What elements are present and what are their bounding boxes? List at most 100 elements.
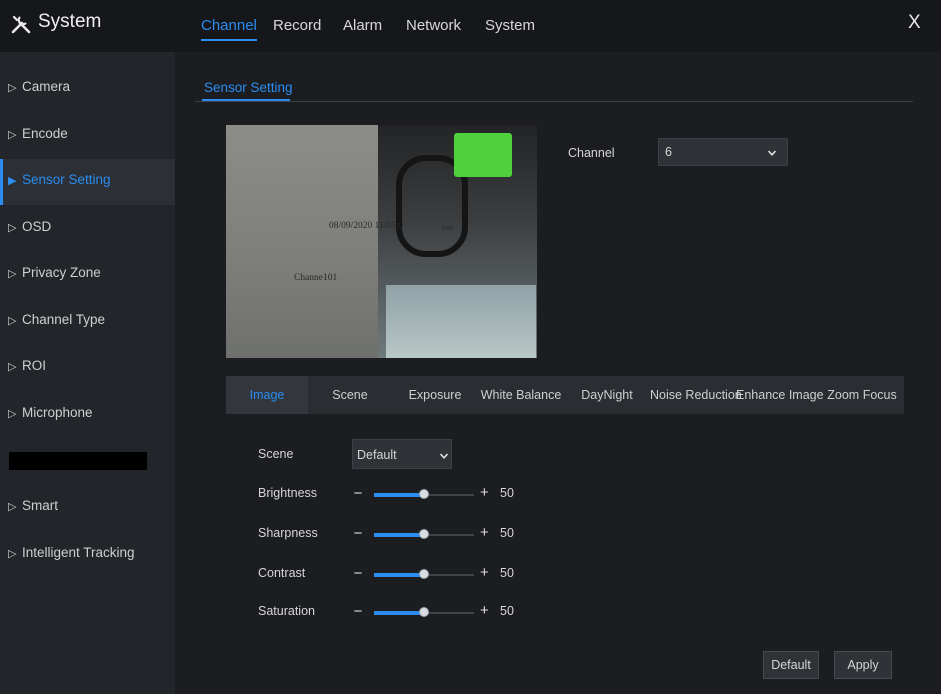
triangle-right-icon: ▷ bbox=[8, 501, 17, 513]
app-title: System bbox=[38, 11, 102, 32]
slider-fill bbox=[374, 533, 424, 537]
contrast-slider[interactable]: − + 50 bbox=[352, 564, 522, 585]
triangle-right-icon: ▷ bbox=[8, 82, 17, 94]
chevron-down-icon bbox=[439, 453, 449, 459]
triangle-right-icon: ▷ bbox=[8, 408, 17, 420]
tab-network[interactable]: Network bbox=[406, 17, 461, 34]
sharpness-slider[interactable]: − + 50 bbox=[352, 524, 522, 545]
sidebar: ▷ Camera ▷ Encode ▶ Sensor Setting ▷ OSD… bbox=[0, 52, 175, 694]
slider-fill bbox=[374, 573, 424, 577]
preview-device bbox=[454, 133, 512, 177]
triangle-right-filled-icon: ▶ bbox=[8, 175, 17, 187]
decrease-button[interactable]: − bbox=[352, 603, 364, 620]
slider-track[interactable] bbox=[374, 607, 474, 617]
increase-button[interactable]: + bbox=[480, 564, 489, 581]
subtab-scene[interactable]: Scene bbox=[308, 376, 392, 414]
subtab-bar: Image Scene Exposure White Balance DayNi… bbox=[226, 376, 904, 414]
default-button[interactable]: Default bbox=[763, 651, 819, 679]
triangle-right-icon: ▷ bbox=[8, 315, 17, 327]
scene-value: Default bbox=[357, 448, 397, 462]
sidebar-item-label: Encode bbox=[22, 126, 68, 141]
slider-fill bbox=[374, 611, 424, 615]
sidebar-item-microphone[interactable]: ▷ Microphone bbox=[0, 392, 175, 438]
preview-overlay-fragment: res bbox=[442, 223, 454, 233]
decrease-button[interactable]: − bbox=[352, 485, 364, 502]
sidebar-item-sensor-setting[interactable]: ▶ Sensor Setting bbox=[0, 159, 175, 205]
camera-preview: 08/09/2020 11:05:0 res Channe101 bbox=[226, 125, 537, 358]
active-tab-indicator bbox=[202, 99, 290, 101]
triangle-right-icon: ▷ bbox=[8, 222, 17, 234]
decrease-button[interactable]: − bbox=[352, 525, 364, 542]
close-icon[interactable]: X bbox=[908, 12, 921, 34]
subtab-daynight[interactable]: DayNight bbox=[564, 376, 650, 414]
redacted-item bbox=[9, 452, 147, 470]
subtab-white-balance[interactable]: White Balance bbox=[478, 376, 564, 414]
sidebar-item-label: Sensor Setting bbox=[22, 172, 111, 187]
saturation-slider[interactable]: − + 50 bbox=[352, 602, 522, 623]
sidebar-item-label: ROI bbox=[22, 358, 47, 373]
tab-alarm[interactable]: Alarm bbox=[343, 17, 382, 34]
sidebar-item-channel-type[interactable]: ▷ Channel Type bbox=[0, 299, 175, 345]
sidebar-item-intelligent-tracking[interactable]: ▷ Intelligent Tracking bbox=[0, 532, 175, 578]
contrast-label: Contrast bbox=[258, 566, 306, 580]
slider-track[interactable] bbox=[374, 529, 474, 539]
tab-system[interactable]: System bbox=[485, 17, 535, 34]
sidebar-item-encode[interactable]: ▷ Encode bbox=[0, 113, 175, 159]
channel-select[interactable]: 6 bbox=[658, 138, 788, 166]
slider-value: 50 bbox=[500, 486, 514, 500]
triangle-right-icon: ▷ bbox=[8, 548, 17, 560]
channel-value: 6 bbox=[665, 145, 672, 159]
slider-value: 50 bbox=[500, 604, 514, 618]
slider-track[interactable] bbox=[374, 489, 474, 499]
sidebar-item-camera[interactable]: ▷ Camera bbox=[0, 66, 175, 112]
increase-button[interactable]: + bbox=[480, 484, 489, 501]
subtab-exposure[interactable]: Exposure bbox=[392, 376, 478, 414]
section-divider bbox=[195, 101, 913, 102]
sidebar-item-roi[interactable]: ▷ ROI bbox=[0, 345, 175, 391]
sidebar-item-osd[interactable]: ▷ OSD bbox=[0, 206, 175, 252]
decrease-button[interactable]: − bbox=[352, 565, 364, 582]
triangle-right-icon: ▷ bbox=[8, 268, 17, 280]
preview-channel-name: Channe101 bbox=[294, 273, 338, 283]
slider-thumb[interactable] bbox=[419, 489, 429, 499]
brightness-label: Brightness bbox=[258, 486, 318, 500]
sidebar-item-label: Intelligent Tracking bbox=[22, 545, 135, 560]
scene-select[interactable]: Default bbox=[352, 439, 452, 469]
triangle-right-icon: ▷ bbox=[8, 361, 17, 373]
increase-button[interactable]: + bbox=[480, 602, 489, 619]
sidebar-item-label: Smart bbox=[22, 498, 59, 513]
slider-value: 50 bbox=[500, 526, 514, 540]
top-bar: System Channel Record Alarm Network Syst… bbox=[0, 0, 941, 52]
slider-thumb[interactable] bbox=[419, 607, 429, 617]
sidebar-item-label: Channel Type bbox=[22, 312, 106, 327]
saturation-label: Saturation bbox=[258, 604, 315, 618]
sidebar-item-smart[interactable]: ▷ Smart bbox=[0, 485, 175, 531]
apply-button[interactable]: Apply bbox=[834, 651, 892, 679]
subtab-enhance-image[interactable]: Enhance Image bbox=[736, 376, 824, 414]
sidebar-item-privacy-zone[interactable]: ▷ Privacy Zone bbox=[0, 252, 175, 298]
slider-fill bbox=[374, 493, 424, 497]
subtab-image[interactable]: Image bbox=[226, 376, 308, 414]
subtab-noise-reduction[interactable]: Noise Reduction bbox=[650, 376, 742, 414]
tab-channel[interactable]: Channel bbox=[201, 17, 257, 41]
sidebar-item-label: OSD bbox=[22, 219, 52, 234]
slider-value: 50 bbox=[500, 566, 514, 580]
subtab-zoom-focus[interactable]: Zoom Focus bbox=[820, 376, 904, 414]
tab-sensor-setting[interactable]: Sensor Setting bbox=[204, 80, 293, 95]
sidebar-item-label: Camera bbox=[22, 79, 71, 94]
slider-thumb[interactable] bbox=[419, 569, 429, 579]
tools-icon bbox=[11, 15, 31, 34]
triangle-right-icon: ▷ bbox=[8, 129, 17, 141]
chevron-down-icon bbox=[767, 150, 777, 156]
tab-record[interactable]: Record bbox=[273, 17, 321, 34]
brightness-slider[interactable]: − + 50 bbox=[352, 484, 522, 505]
channel-label: Channel bbox=[568, 146, 615, 160]
slider-track[interactable] bbox=[374, 569, 474, 579]
preview-shelf bbox=[386, 285, 536, 358]
increase-button[interactable]: + bbox=[480, 524, 489, 541]
preview-timestamp: 08/09/2020 11:05:0 bbox=[329, 221, 404, 231]
sharpness-label: Sharpness bbox=[258, 526, 318, 540]
preview-wall bbox=[226, 125, 378, 358]
slider-thumb[interactable] bbox=[419, 529, 429, 539]
sidebar-item-label: Privacy Zone bbox=[22, 265, 101, 280]
